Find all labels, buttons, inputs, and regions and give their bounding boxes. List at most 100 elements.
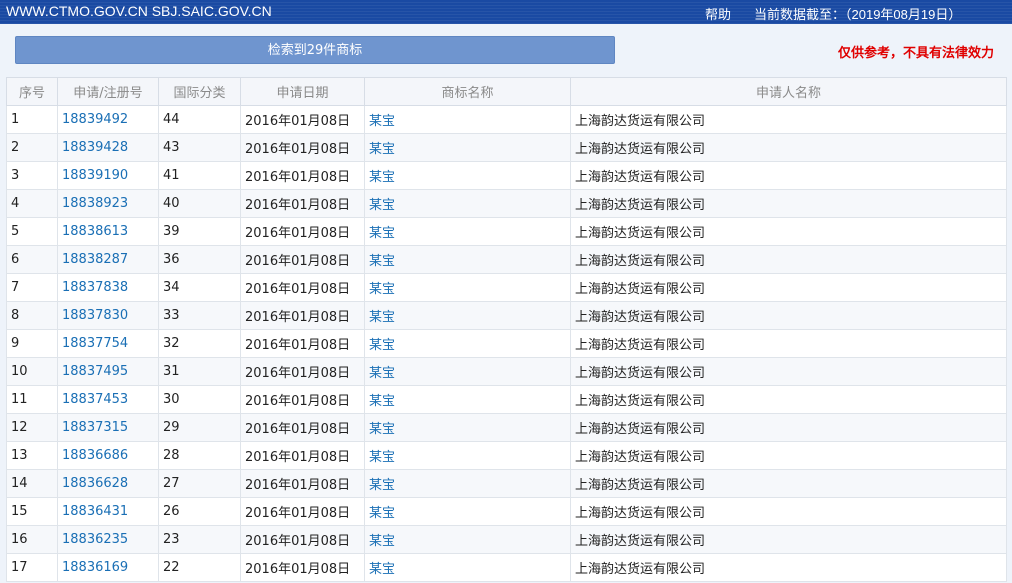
registration-number-link[interactable]: 18836686 [57, 441, 159, 470]
help-link[interactable]: 帮助 [705, 4, 731, 23]
legal-disclaimer: 仅供参考，不具有法律效力 [837, 46, 994, 61]
registration-number-link[interactable]: 18837830 [57, 301, 159, 330]
intl-class: 28 [158, 441, 241, 470]
table-row[interactable]: 15 18836431 26 2016年01月08日 某宝 上海韵达货运有限公司 [6, 497, 1007, 526]
intl-class: 34 [158, 273, 241, 302]
application-date: 2016年01月08日 [240, 385, 365, 414]
trademark-name-link[interactable]: 某宝 [364, 161, 571, 190]
row-number: 9 [6, 329, 58, 358]
trademark-name-link[interactable]: 某宝 [364, 553, 571, 582]
trademark-name-link[interactable]: 某宝 [364, 525, 571, 554]
col-header-applicant[interactable]: 申请人名称 [570, 77, 1007, 106]
registration-number-link[interactable]: 18839492 [57, 105, 159, 134]
trademark-name-link[interactable]: 某宝 [364, 497, 571, 526]
trademark-name-link[interactable]: 某宝 [364, 329, 571, 358]
intl-class: 31 [158, 357, 241, 386]
table-row[interactable]: 10 18837495 31 2016年01月08日 某宝 上海韵达货运有限公司 [6, 357, 1007, 386]
table-row[interactable]: 11 18837453 30 2016年01月08日 某宝 上海韵达货运有限公司 [6, 385, 1007, 414]
table-row[interactable]: 8 18837830 33 2016年01月08日 某宝 上海韵达货运有限公司 [6, 301, 1007, 330]
registration-number-link[interactable]: 18836431 [57, 497, 159, 526]
application-date: 2016年01月08日 [240, 189, 365, 218]
registration-number-link[interactable]: 18837495 [57, 357, 159, 386]
table-row[interactable]: 7 18837838 34 2016年01月08日 某宝 上海韵达货运有限公司 [6, 273, 1007, 302]
applicant-name: 上海韵达货运有限公司 [570, 525, 1007, 554]
registration-number-link[interactable]: 18837315 [57, 413, 159, 442]
application-date: 2016年01月08日 [240, 217, 365, 246]
application-date: 2016年01月08日 [240, 105, 365, 134]
applicant-name: 上海韵达货运有限公司 [570, 105, 1007, 134]
intl-class: 29 [158, 413, 241, 442]
application-date: 2016年01月08日 [240, 273, 365, 302]
trademark-name-link[interactable]: 某宝 [364, 245, 571, 274]
row-number: 4 [6, 189, 58, 218]
table-row[interactable]: 2 18839428 43 2016年01月08日 某宝 上海韵达货运有限公司 [6, 133, 1007, 162]
application-date: 2016年01月08日 [240, 441, 365, 470]
intl-class: 43 [158, 133, 241, 162]
intl-class: 41 [158, 161, 241, 190]
table-row[interactable]: 3 18839190 41 2016年01月08日 某宝 上海韵达货运有限公司 [6, 161, 1007, 190]
application-date: 2016年01月08日 [240, 357, 365, 386]
table-row[interactable]: 14 18836628 27 2016年01月08日 某宝 上海韵达货运有限公司 [6, 469, 1007, 498]
table-row[interactable]: 17 18836169 22 2016年01月08日 某宝 上海韵达货运有限公司 [6, 553, 1007, 582]
applicant-name: 上海韵达货运有限公司 [570, 133, 1007, 162]
table-row[interactable]: 9 18837754 32 2016年01月08日 某宝 上海韵达货运有限公司 [6, 329, 1007, 358]
col-header-reg-no[interactable]: 申请/注册号 [57, 77, 159, 106]
registration-number-link[interactable]: 18838923 [57, 189, 159, 218]
application-date: 2016年01月08日 [240, 329, 365, 358]
table-row[interactable]: 6 18838287 36 2016年01月08日 某宝 上海韵达货运有限公司 [6, 245, 1007, 274]
row-number: 16 [6, 525, 58, 554]
table-row[interactable]: 16 18836235 23 2016年01月08日 某宝 上海韵达货运有限公司 [6, 525, 1007, 554]
trademark-name-link[interactable]: 某宝 [364, 413, 571, 442]
table-row[interactable]: 12 18837315 29 2016年01月08日 某宝 上海韵达货运有限公司 [6, 413, 1007, 442]
registration-number-link[interactable]: 18837453 [57, 385, 159, 414]
site-header: WWW.CTMO.GOV.CN SBJ.SAIC.GOV.CN 帮助 当前数据截… [0, 0, 1012, 24]
intl-class: 39 [158, 217, 241, 246]
table-row[interactable]: 13 18836686 28 2016年01月08日 某宝 上海韵达货运有限公司 [6, 441, 1007, 470]
col-header-date[interactable]: 申请日期 [240, 77, 365, 106]
col-header-no[interactable]: 序号 [6, 77, 58, 106]
table-row[interactable]: 5 18838613 39 2016年01月08日 某宝 上海韵达货运有限公司 [6, 217, 1007, 246]
application-date: 2016年01月08日 [240, 301, 365, 330]
registration-number-link[interactable]: 18839190 [57, 161, 159, 190]
application-date: 2016年01月08日 [240, 413, 365, 442]
trademark-name-link[interactable]: 某宝 [364, 301, 571, 330]
registration-number-link[interactable]: 18837838 [57, 273, 159, 302]
row-number: 10 [6, 357, 58, 386]
row-number: 6 [6, 245, 58, 274]
trademark-name-link[interactable]: 某宝 [364, 105, 571, 134]
trademark-name-link[interactable]: 某宝 [364, 385, 571, 414]
table-row[interactable]: 4 18838923 40 2016年01月08日 某宝 上海韵达货运有限公司 [6, 189, 1007, 218]
row-number: 5 [6, 217, 58, 246]
trademark-name-link[interactable]: 某宝 [364, 441, 571, 470]
col-header-class[interactable]: 国际分类 [158, 77, 241, 106]
trademark-name-link[interactable]: 某宝 [364, 189, 571, 218]
col-header-mark[interactable]: 商标名称 [364, 77, 571, 106]
applicant-name: 上海韵达货运有限公司 [570, 441, 1007, 470]
registration-number-link[interactable]: 18836628 [57, 469, 159, 498]
row-number: 12 [6, 413, 58, 442]
trademark-name-link[interactable]: 某宝 [364, 273, 571, 302]
trademark-name-link[interactable]: 某宝 [364, 357, 571, 386]
application-date: 2016年01月08日 [240, 553, 365, 582]
table-row[interactable]: 1 18839492 44 2016年01月08日 某宝 上海韵达货运有限公司 [6, 105, 1007, 134]
applicant-name: 上海韵达货运有限公司 [570, 273, 1007, 302]
registration-number-link[interactable]: 18837754 [57, 329, 159, 358]
intl-class: 30 [158, 385, 241, 414]
registration-number-link[interactable]: 18838613 [57, 217, 159, 246]
applicant-name: 上海韵达货运有限公司 [570, 245, 1007, 274]
results-body: 1 18839492 44 2016年01月08日 某宝 上海韵达货运有限公司 2 18839… [6, 105, 1007, 582]
site-domains: WWW.CTMO.GOV.CN SBJ.SAIC.GOV.CN [6, 3, 272, 19]
trademark-name-link[interactable]: 某宝 [364, 133, 571, 162]
row-number: 7 [6, 273, 58, 302]
trademark-name-link[interactable]: 某宝 [364, 217, 571, 246]
results-panel: 检索到29件商标 仅供参考，不具有法律效力 序号 申请/注册号 国际分类 申请日… [0, 24, 1012, 583]
row-number: 1 [6, 105, 58, 134]
application-date: 2016年01月08日 [240, 525, 365, 554]
registration-number-link[interactable]: 18838287 [57, 245, 159, 274]
registration-number-link[interactable]: 18836169 [57, 553, 159, 582]
trademark-name-link[interactable]: 某宝 [364, 469, 571, 498]
row-number: 13 [6, 441, 58, 470]
registration-number-link[interactable]: 18836235 [57, 525, 159, 554]
data-date-notice: 当前数据截至：（2019年08月19日） [754, 7, 962, 22]
registration-number-link[interactable]: 18839428 [57, 133, 159, 162]
